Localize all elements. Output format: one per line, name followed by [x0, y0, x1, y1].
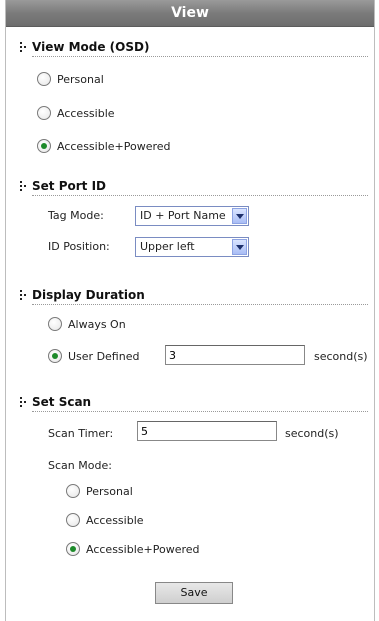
chevron-down-icon[interactable]: [232, 208, 247, 224]
radio-label: Accessible: [57, 107, 115, 120]
section-heading: Set Port ID: [32, 179, 106, 193]
scan-timer-unit: second(s): [285, 427, 339, 440]
section-heading: View Mode (OSD): [32, 40, 150, 54]
radio-selected-icon[interactable]: [37, 139, 51, 153]
section-bullet-icon: [20, 181, 29, 191]
section-bullet-icon: [20, 397, 29, 407]
scan-mode-label: Scan Mode:: [48, 459, 112, 472]
radio-view-accessible[interactable]: Accessible: [37, 104, 115, 124]
radio-label: Accessible+Powered: [86, 543, 200, 556]
view-panel: View View Mode (OSD) Personal Accessible…: [5, 0, 375, 621]
radio-label: Accessible+Powered: [57, 140, 171, 153]
chevron-down-icon[interactable]: [232, 239, 247, 255]
radio-label: Always On: [68, 318, 126, 331]
radio-scan-accessible-powered[interactable]: Accessible+Powered: [66, 540, 200, 560]
radio-label: User Defined: [68, 350, 140, 363]
radio-view-personal[interactable]: Personal: [37, 70, 104, 90]
duration-unit: second(s): [314, 350, 368, 363]
radio-label: Personal: [86, 485, 133, 498]
id-position-label: ID Position:: [48, 240, 110, 253]
radio-scan-personal[interactable]: Personal: [66, 482, 133, 502]
radio-label: Accessible: [86, 514, 144, 527]
id-position-select[interactable]: Upper left: [135, 237, 249, 257]
radio-view-accessible-powered[interactable]: Accessible+Powered: [37, 137, 171, 157]
section-bullet-icon: [20, 42, 29, 52]
radio-selected-icon[interactable]: [66, 542, 80, 556]
save-button[interactable]: Save: [155, 582, 233, 604]
section-view-mode: View Mode (OSD): [20, 37, 368, 57]
radio-scan-accessible[interactable]: Accessible: [66, 511, 144, 531]
section-heading: Display Duration: [32, 288, 145, 302]
section-display-duration: Display Duration: [20, 285, 368, 305]
select-value: ID + Port Name: [140, 209, 226, 222]
duration-input[interactable]: [165, 345, 305, 365]
radio-label: Personal: [57, 73, 104, 86]
radio-icon[interactable]: [66, 513, 80, 527]
radio-always-on[interactable]: Always On: [48, 315, 126, 335]
section-port-id: Set Port ID: [20, 176, 368, 196]
radio-icon[interactable]: [37, 72, 51, 86]
section-set-scan: Set Scan: [20, 392, 368, 412]
scan-timer-label: Scan Timer:: [48, 427, 114, 440]
radio-user-defined[interactable]: User Defined: [48, 347, 139, 367]
radio-icon[interactable]: [37, 106, 51, 120]
select-value: Upper left: [140, 240, 195, 253]
tag-mode-select[interactable]: ID + Port Name: [135, 206, 249, 226]
radio-icon[interactable]: [48, 317, 62, 331]
section-bullet-icon: [20, 290, 29, 300]
radio-icon[interactable]: [66, 484, 80, 498]
panel-title: View: [6, 0, 374, 27]
section-heading: Set Scan: [32, 395, 92, 409]
tag-mode-label: Tag Mode:: [48, 209, 104, 222]
radio-selected-icon[interactable]: [48, 349, 62, 363]
scan-timer-input[interactable]: [137, 421, 277, 441]
